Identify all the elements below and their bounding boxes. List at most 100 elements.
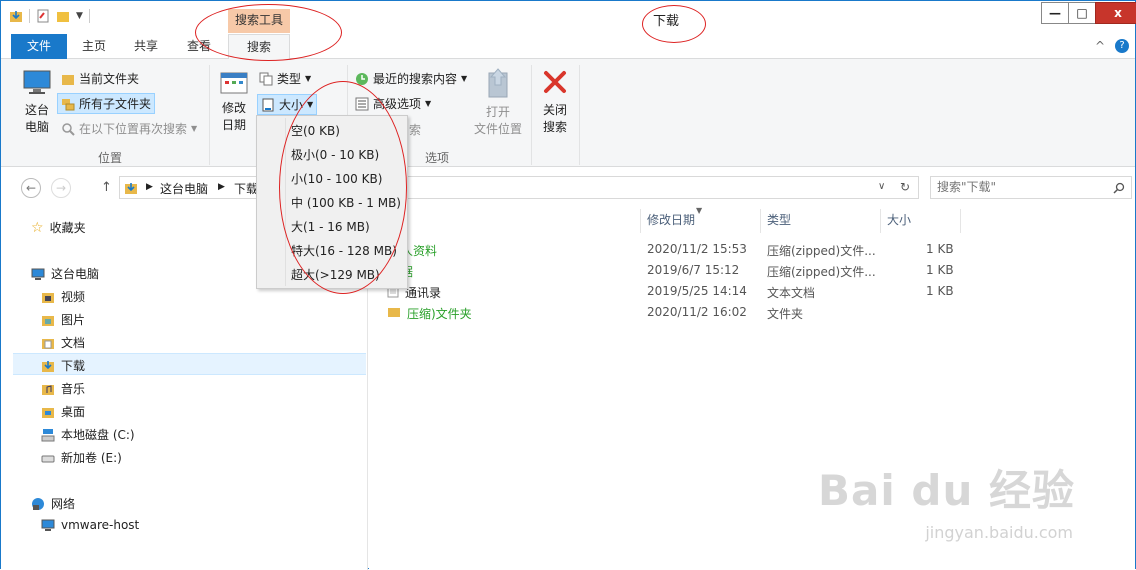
file-type: 压缩(zipped)文件... xyxy=(767,244,876,258)
desktop-folder-icon xyxy=(42,407,54,418)
recent-searches-label: 最近的搜索内容 xyxy=(373,72,458,86)
open-file-location-button[interactable]: 打开 文件位置 xyxy=(471,67,525,138)
nav-item-label: vmware-host xyxy=(61,518,140,532)
ribbon-separator xyxy=(579,65,580,165)
nav-network[interactable]: 网络 xyxy=(31,495,75,512)
open-file-location-label-1: 打开 xyxy=(485,105,510,119)
search-input[interactable] xyxy=(937,177,1107,197)
nav-item-downloads[interactable]: 下载 xyxy=(41,357,85,374)
nav-item-desktop[interactable]: 桌面 xyxy=(41,403,85,420)
collapse-ribbon-icon[interactable]: ^ xyxy=(1095,39,1105,53)
close-window-button[interactable]: x xyxy=(1095,2,1136,24)
address-bar[interactable]: ▶ 这台电脑 ▶ 下载 ∨ ↻ xyxy=(119,176,919,199)
up-button[interactable]: ↑ xyxy=(101,180,112,195)
folder-icon xyxy=(62,74,74,85)
system-drive-icon xyxy=(41,428,55,441)
search-again-label: 在以下位置再次搜索 xyxy=(79,122,188,136)
save-search-label: 索 xyxy=(409,123,422,137)
close-search-label-1: 关闭 xyxy=(542,103,567,117)
breadcrumb-this-pc[interactable]: 这台电脑 xyxy=(160,180,208,197)
nav-item-pictures[interactable]: 图片 xyxy=(41,311,85,328)
videos-folder-icon xyxy=(42,292,54,303)
network-computer-icon xyxy=(41,519,55,531)
nav-item-label: 音乐 xyxy=(61,382,86,396)
tab-share[interactable]: 共享 xyxy=(123,34,169,59)
qat-customize-icon[interactable]: ▼ xyxy=(76,11,83,21)
nav-item-local-disk-c[interactable]: 本地磁盘 (C:) xyxy=(41,426,135,443)
window-controls: — □ x xyxy=(1041,2,1136,24)
search-box[interactable] xyxy=(930,176,1132,199)
table-row[interactable]: 个人资料 2020/11/2 15:53 压缩(zipped)文件... 1 K… xyxy=(369,239,959,260)
table-row[interactable]: 数据 2019/6/7 15:12 压缩(zipped)文件... 1 KB xyxy=(369,260,959,281)
breadcrumb-chevron-icon[interactable]: ▶ xyxy=(218,182,225,192)
back-button[interactable]: ← xyxy=(21,178,41,198)
documents-folder-icon xyxy=(42,338,54,349)
this-pc-scope-label-2: 电脑 xyxy=(24,120,49,134)
this-pc-scope-button[interactable]: 这台 电脑 xyxy=(19,69,55,136)
tab-file[interactable]: 文件 xyxy=(11,34,67,59)
table-row[interactable]: 通讯录 2019/5/25 14:14 文本文档 1 KB xyxy=(369,281,959,302)
ribbon-help-area: ^ ? xyxy=(1095,39,1129,53)
all-subfolders-button[interactable]: 所有子文件夹 xyxy=(57,93,156,114)
nav-item-videos[interactable]: 视频 xyxy=(41,288,85,305)
pictures-folder-icon xyxy=(42,315,54,326)
file-date: 2020/11/2 15:53 xyxy=(647,242,747,256)
drive-icon xyxy=(41,455,55,462)
nav-this-pc[interactable]: 这台电脑 xyxy=(31,265,99,282)
maximize-button[interactable]: □ xyxy=(1068,2,1096,24)
breadcrumb-downloads[interactable]: 下载 xyxy=(234,180,258,197)
download-folder-icon xyxy=(125,183,137,194)
baidu-watermark: Bai du 经验 xyxy=(818,466,1075,515)
nav-item-label: 新加卷 (E:) xyxy=(61,451,122,465)
quick-access-toolbar: ▼ xyxy=(9,9,90,23)
date-modified-label-1: 修改 xyxy=(221,101,246,115)
file-type: 文本文档 xyxy=(767,286,816,300)
address-history-chevron-icon[interactable]: ∨ xyxy=(878,181,885,192)
annotation-ring xyxy=(642,5,706,43)
file-name: 压缩)文件夹 xyxy=(407,307,472,321)
search-again-icon xyxy=(62,122,75,136)
current-folder-button[interactable]: 当前文件夹 xyxy=(61,70,139,87)
column-header-size[interactable]: 大小 xyxy=(881,209,961,233)
breadcrumb-chevron-icon[interactable]: ▶ xyxy=(146,182,153,192)
download-folder-icon[interactable] xyxy=(9,9,23,23)
help-icon[interactable]: ? xyxy=(1115,39,1129,53)
forward-button[interactable]: → xyxy=(51,178,71,198)
sort-indicator-icon: ▼ xyxy=(696,206,703,215)
ribbon-separator xyxy=(209,65,210,165)
date-modified-button[interactable]: 修改 日期 xyxy=(215,71,253,134)
nav-favorites[interactable]: ☆ 收藏夹 xyxy=(31,219,86,236)
annotation-ring xyxy=(195,4,342,61)
tab-home[interactable]: 主页 xyxy=(71,34,117,59)
column-header-type[interactable]: 类型 xyxy=(761,209,881,233)
file-size: 1 KB xyxy=(926,284,954,298)
properties-icon[interactable] xyxy=(36,9,50,23)
nav-item-label: 桌面 xyxy=(61,405,86,419)
close-search-button[interactable]: 关闭 搜索 xyxy=(537,69,573,136)
chevron-down-icon: ▼ xyxy=(461,74,468,83)
nav-item-documents[interactable]: 文档 xyxy=(41,334,85,351)
table-row[interactable]: 压缩)文件夹 2020/11/2 16:02 文件夹 xyxy=(369,302,959,323)
nav-item-label: 下载 xyxy=(61,359,86,373)
nav-item-music[interactable]: 音乐 xyxy=(41,380,85,397)
recent-searches-button[interactable]: 最近的搜索内容 ▼ xyxy=(355,70,467,87)
star-icon: ☆ xyxy=(31,219,44,236)
kind-button[interactable]: 类型 ▼ xyxy=(259,70,311,87)
save-search-button[interactable]: 索 xyxy=(409,121,421,138)
computer-icon xyxy=(31,268,45,280)
search-again-in-button[interactable]: 在以下位置再次搜索 ▼ xyxy=(61,120,197,137)
nav-item-new-volume-e[interactable]: 新加卷 (E:) xyxy=(41,449,122,466)
chevron-down-icon: ▼ xyxy=(191,124,198,133)
explorer-window: ▼ 搜索工具 下载 — □ x 文件 主页 共享 查看 搜索 ^ ? 这台 电脑… xyxy=(0,0,1136,570)
chevron-down-icon: ▼ xyxy=(305,74,312,83)
open-file-location-label-2: 文件位置 xyxy=(473,122,522,136)
minimize-button[interactable]: — xyxy=(1041,2,1069,24)
kind-icon xyxy=(259,72,273,85)
nav-item-vmware-host[interactable]: vmware-host xyxy=(41,518,139,532)
new-folder-icon[interactable] xyxy=(56,9,70,23)
close-search-icon xyxy=(544,71,566,93)
column-header-name[interactable]: 名称 xyxy=(369,209,641,233)
search-icon[interactable] xyxy=(1113,182,1125,194)
this-pc-scope-label-1: 这台 xyxy=(24,103,49,117)
refresh-icon[interactable]: ↻ xyxy=(900,180,910,194)
